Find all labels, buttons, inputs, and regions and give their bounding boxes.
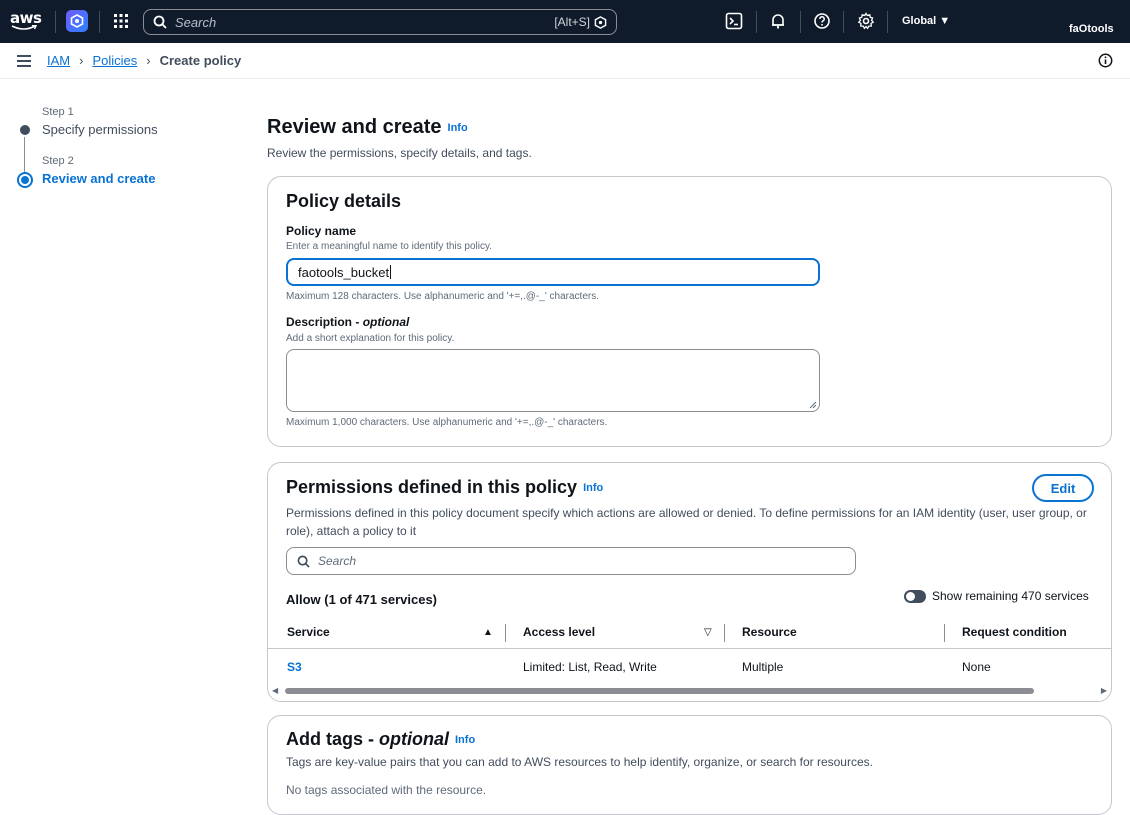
permissions-search-input[interactable]: Search — [286, 547, 856, 575]
description-textarea[interactable] — [286, 349, 820, 412]
description-label: Description - optional — [286, 315, 409, 329]
horizontal-scrollbar[interactable]: ◀ ▶ — [270, 685, 1109, 696]
step-complete-dot-icon — [20, 125, 30, 135]
description-optional-text: optional — [362, 315, 410, 329]
nav-divider — [843, 11, 844, 33]
search-icon — [153, 15, 167, 29]
scrollbar-thumb[interactable] — [285, 688, 1034, 694]
bell-icon[interactable] — [769, 12, 787, 30]
service-link[interactable]: S3 — [287, 660, 302, 674]
tags-title-text: Add tags - — [286, 729, 379, 749]
cloudshell-icon[interactable] — [725, 12, 743, 30]
description-constraint: Maximum 1,000 characters. Use alphanumer… — [286, 417, 608, 428]
step-1-title[interactable]: Specify permissions — [42, 122, 158, 137]
step-1-label: Step 1 — [42, 106, 74, 118]
permissions-description: Permissions defined in this policy docum… — [286, 506, 1087, 538]
policy-name-constraint: Maximum 128 characters. Use alphanumeric… — [286, 291, 599, 302]
permissions-info-link[interactable]: Info — [583, 482, 603, 494]
access-level-cell: Limited: List, Read, Write — [523, 660, 657, 674]
chevron-right-icon: › — [79, 53, 84, 68]
description-label-text: Description - — [286, 315, 363, 329]
policy-name-value: faotools_bucket — [298, 264, 390, 280]
policy-name-label: Policy name — [286, 224, 357, 238]
permissions-title-text: Permissions defined in this policy — [286, 477, 578, 497]
account-menu[interactable]: faOtools — [1069, 23, 1114, 35]
text-cursor — [390, 265, 392, 279]
policy-details-title: Policy details — [286, 191, 402, 211]
table-header: Service ▲ Access level ▽ Resource Reques… — [268, 621, 1111, 649]
resize-grip-icon[interactable] — [809, 401, 817, 409]
nav-divider — [800, 11, 801, 33]
toggle-label: Show remaining 470 services — [932, 589, 1089, 603]
breadcrumb-iam[interactable]: IAM — [47, 53, 70, 68]
settings-icon[interactable] — [857, 12, 875, 30]
page-description: Review the permissions, specify details,… — [267, 146, 532, 160]
services-grid-icon[interactable] — [113, 13, 129, 29]
page-title: Review and create Info — [267, 116, 468, 139]
aws-logo[interactable]: aws — [10, 9, 44, 33]
step-active-dot-icon — [17, 172, 33, 188]
tags-title: Add tags - optional Info — [286, 729, 475, 750]
step-2-title: Review and create — [42, 171, 156, 186]
description-hint: Add a short explanation for this policy. — [286, 333, 455, 344]
column-header-request-condition[interactable]: Request condition — [962, 625, 1067, 639]
nav-divider — [99, 11, 100, 33]
nav-divider — [887, 11, 888, 33]
breadcrumb: IAM › Policies › Create policy — [47, 53, 241, 68]
nav-divider — [756, 11, 757, 33]
sort-descending-icon[interactable]: ▽ — [704, 627, 712, 638]
chevron-right-icon: › — [146, 53, 151, 68]
region-selector[interactable]: Global ▼ — [902, 15, 950, 27]
info-panel-icon[interactable] — [1098, 53, 1113, 68]
tags-empty-message: No tags associated with the resource. — [286, 783, 487, 797]
toggle-switch[interactable] — [904, 589, 926, 603]
column-divider[interactable] — [505, 624, 506, 642]
request-condition-cell: None — [962, 660, 991, 674]
breadcrumb-policies[interactable]: Policies — [92, 53, 137, 68]
menu-icon[interactable] — [17, 55, 31, 67]
search-shortcut: [Alt+S] — [554, 15, 590, 29]
step-2-label: Step 2 — [42, 155, 74, 167]
search-icon — [297, 555, 310, 568]
help-icon[interactable] — [813, 12, 831, 30]
step-connector — [24, 137, 25, 173]
breadcrumb-current: Create policy — [159, 53, 242, 68]
scroll-right-icon[interactable]: ▶ — [1101, 686, 1107, 695]
permissions-search-placeholder: Search — [318, 554, 357, 568]
tags-info-link[interactable]: Info — [455, 734, 475, 746]
service-favorite-icon[interactable] — [66, 10, 88, 32]
aws-smile-icon — [11, 25, 37, 30]
column-divider[interactable] — [944, 624, 945, 642]
permissions-title: Permissions defined in this policy Info — [286, 477, 603, 498]
allow-section-title: Allow (1 of 471 services) — [286, 592, 438, 607]
column-header-resource[interactable]: Resource — [742, 625, 797, 639]
global-search-input[interactable]: Search [Alt+S] — [143, 9, 617, 35]
resource-cell: Multiple — [742, 660, 784, 674]
page-title-text: Review and create — [267, 116, 442, 138]
tags-optional-text: optional — [379, 729, 449, 749]
tags-description: Tags are key-value pairs that you can ad… — [286, 755, 873, 769]
edit-button[interactable]: Edit — [1032, 474, 1094, 502]
show-remaining-toggle[interactable]: Show remaining 470 services — [904, 589, 1089, 603]
policy-name-hint: Enter a meaningful name to identify this… — [286, 241, 493, 252]
breadcrumb-bar: IAM › Policies › Create policy — [0, 43, 1130, 79]
column-header-service[interactable]: Service — [287, 625, 330, 639]
column-divider[interactable] — [724, 624, 725, 642]
policy-details-card: Policy details Policy name Enter a meani… — [267, 176, 1112, 447]
tags-card: Add tags - optional Info Tags are key-val… — [267, 715, 1112, 815]
search-placeholder: Search — [175, 14, 217, 30]
sort-ascending-icon[interactable]: ▲ — [483, 627, 493, 638]
permissions-card: Permissions defined in this policy Info E… — [267, 462, 1112, 702]
table-row: S3 Limited: List, Read, Write Multiple N… — [268, 650, 1111, 684]
column-header-access-level[interactable]: Access level — [523, 625, 595, 639]
policy-name-input[interactable]: faotools_bucket — [286, 258, 820, 286]
top-navigation: aws Search [Alt+S] Global ▼ faOtools — [0, 0, 1130, 43]
search-shortcut-icon — [594, 16, 607, 29]
page-info-link[interactable]: Info — [448, 122, 468, 134]
scroll-left-icon[interactable]: ◀ — [272, 686, 278, 695]
nav-divider — [55, 11, 56, 33]
